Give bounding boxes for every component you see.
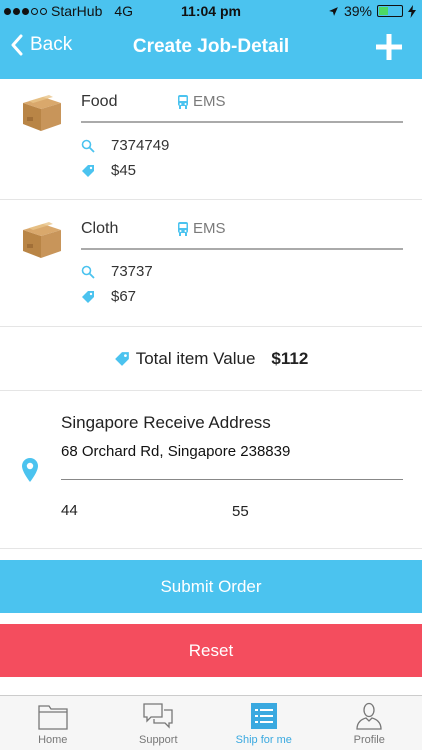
tab-bar: Home Support Ship for me Profile <box>0 695 422 750</box>
package-box-icon <box>23 95 61 131</box>
tab-label: Support <box>138 734 178 746</box>
status-bar: StarHub 4G 11:04 pm 39% <box>0 0 422 22</box>
list-item[interactable]: Food EMS 7374749 $45 <box>0 73 422 200</box>
total-label: Total item Value <box>135 348 256 368</box>
tab-home[interactable]: Home <box>0 696 106 750</box>
item-price: $67 <box>111 288 137 305</box>
price-tag-icon <box>82 164 94 177</box>
reset-button[interactable]: Reset <box>0 624 422 677</box>
submit-order-button[interactable]: Submit Order <box>0 560 422 613</box>
price-tag-icon <box>82 290 94 303</box>
tab-profile[interactable]: Profile <box>317 696 422 750</box>
tab-support[interactable]: Support <box>106 696 212 750</box>
bus-icon <box>178 221 188 236</box>
tracking-row: 7374749 <box>81 137 169 154</box>
list-item[interactable]: Cloth EMS 73737 $67 <box>0 200 422 327</box>
chat-bubbles-icon <box>143 703 173 729</box>
add-icon[interactable] <box>374 32 404 62</box>
app-header: StarHub 4G 11:04 pm 39% Back Create Job-… <box>0 0 422 79</box>
address-field[interactable]: 68 Orchard Rd, Singapore 238839 <box>61 443 290 460</box>
tracking-number: 73737 <box>111 263 153 280</box>
price-row: $67 <box>81 288 136 305</box>
total-amount: $112 <box>271 348 309 368</box>
item-name: Cloth <box>81 220 119 237</box>
battery-icon <box>377 5 403 17</box>
status-right: 39% <box>328 3 416 19</box>
tracking-row: 73737 <box>81 263 153 280</box>
list-icon <box>250 703 277 729</box>
location-arrow-icon <box>329 6 338 16</box>
item-price: $45 <box>111 162 137 179</box>
item-name: Food <box>81 93 118 110</box>
price-tag-icon <box>114 351 129 366</box>
search-icon <box>81 265 95 279</box>
search-icon <box>81 139 95 153</box>
receive-address-section: Singapore Receive Address 68 Orchard Rd,… <box>0 391 422 549</box>
tab-ship-for-me[interactable]: Ship for me <box>211 696 317 750</box>
address-field-1[interactable]: 44 <box>61 502 78 519</box>
tab-label: Home <box>38 734 68 746</box>
address-title: Singapore Receive Address <box>61 413 271 432</box>
price-row: $45 <box>81 162 136 179</box>
person-icon <box>356 702 382 730</box>
address-field-2[interactable]: 55 <box>232 503 249 520</box>
total-value-row: Total item Value $112 <box>0 327 422 391</box>
folder-icon <box>38 705 68 730</box>
divider <box>81 121 403 123</box>
page-title: Create Job-Detail <box>132 36 290 57</box>
divider <box>81 248 403 250</box>
tab-label: Ship for me <box>235 734 292 746</box>
package-box-icon <box>23 222 61 258</box>
bus-icon <box>178 94 188 109</box>
divider <box>61 479 403 480</box>
tracking-number: 7374749 <box>111 137 170 154</box>
location-pin-icon <box>22 458 38 482</box>
charging-bolt-icon <box>408 4 416 18</box>
battery-percent: 39% <box>343 3 372 19</box>
carrier-label: EMS <box>193 220 226 237</box>
carrier-label: EMS <box>193 93 226 110</box>
shipping-carrier: EMS <box>177 93 226 110</box>
navigation-bar: Back Create Job-Detail <box>0 22 422 74</box>
shipping-carrier: EMS <box>177 220 226 237</box>
tab-label: Profile <box>353 734 385 746</box>
